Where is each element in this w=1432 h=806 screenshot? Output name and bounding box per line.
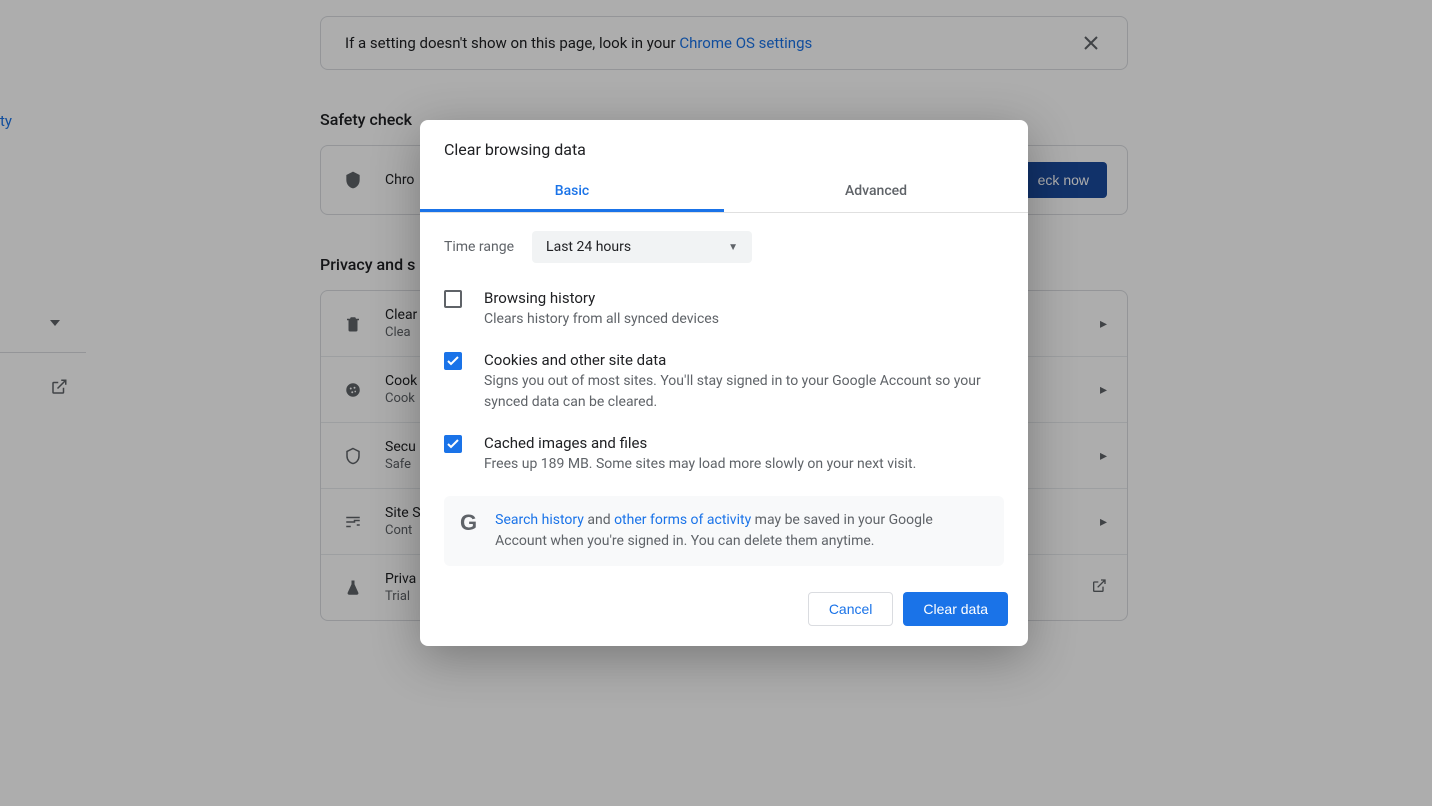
option-subtitle: Signs you out of most sites. You'll stay… (484, 371, 1004, 412)
other-activity-link[interactable]: other forms of activity (614, 512, 751, 528)
checkbox-browsing-history[interactable] (444, 290, 462, 308)
checkbox-cache[interactable] (444, 435, 462, 453)
cancel-button[interactable]: Cancel (808, 592, 894, 626)
option-title: Cached images and files (484, 434, 916, 452)
clear-data-button[interactable]: Clear data (903, 592, 1008, 626)
time-range-select[interactable]: Last 24 hours ▼ (532, 231, 752, 263)
option-cache: Cached images and files Frees up 189 MB.… (444, 434, 1004, 474)
search-history-link[interactable]: Search history (495, 512, 584, 528)
clear-browsing-data-dialog: Clear browsing data Basic Advanced Time … (420, 120, 1028, 646)
google-g-icon: G (460, 510, 477, 534)
option-subtitle: Clears history from all synced devices (484, 309, 719, 329)
dialog-tabs: Basic Advanced (420, 171, 1028, 213)
time-range-value: Last 24 hours (546, 239, 631, 255)
option-subtitle: Frees up 189 MB. Some sites may load mor… (484, 454, 916, 474)
option-browsing-history: Browsing history Clears history from all… (444, 289, 1004, 329)
option-cookies: Cookies and other site data Signs you ou… (444, 351, 1004, 412)
tab-advanced[interactable]: Advanced (724, 171, 1028, 212)
option-title: Browsing history (484, 289, 719, 307)
tab-basic[interactable]: Basic (420, 171, 724, 212)
dialog-title: Clear browsing data (420, 120, 1028, 171)
checkbox-cookies[interactable] (444, 352, 462, 370)
option-title: Cookies and other site data (484, 351, 1004, 369)
google-account-notice: G Search history and other forms of acti… (444, 496, 1004, 566)
time-range-label: Time range (444, 239, 514, 255)
caret-down-icon: ▼ (728, 242, 738, 253)
